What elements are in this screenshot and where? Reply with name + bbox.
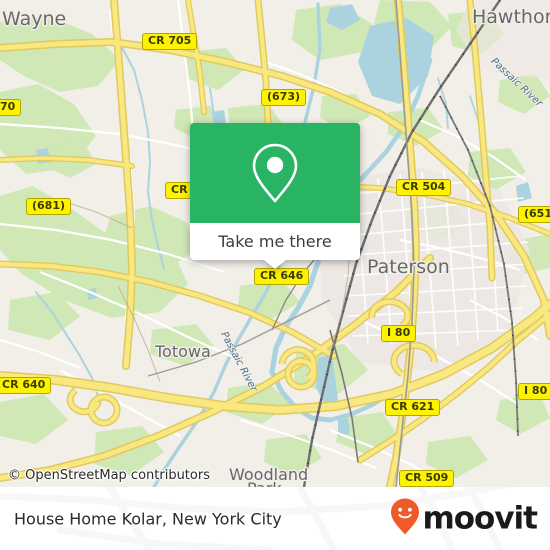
shield-cr-509[interactable]: CR 509: [399, 470, 455, 487]
callout-image-area: [190, 123, 360, 223]
shield-681[interactable]: (681): [26, 198, 72, 215]
shield-cr-504[interactable]: CR 504: [396, 179, 452, 196]
shield-70[interactable]: 70: [0, 99, 22, 116]
shield-673[interactable]: (673): [261, 89, 307, 106]
moovit-logo[interactable]: moovit: [390, 497, 538, 540]
shield-i-80-west[interactable]: I 80: [381, 325, 417, 342]
take-me-there-button[interactable]: Take me there: [190, 223, 360, 260]
shield-i-80-east[interactable]: I 80: [518, 383, 550, 400]
footer-bar: House Home Kolar, New York City moovit: [0, 487, 550, 550]
moovit-wordmark: moovit: [422, 500, 538, 536]
location-title: House Home Kolar, New York City: [14, 509, 282, 528]
moovit-smiley-pin-icon: [390, 497, 420, 540]
shield-cr-621[interactable]: CR 621: [385, 399, 441, 416]
screenshot-root: Wayne Hawthorne Paterson Totowa Woodland…: [0, 0, 550, 550]
map-pin-icon: [249, 141, 301, 205]
shield-cr-646[interactable]: CR 646: [254, 268, 310, 285]
map-canvas[interactable]: Wayne Hawthorne Paterson Totowa Woodland…: [0, 0, 550, 487]
shield-cr-705[interactable]: CR 705: [142, 33, 198, 50]
shield-651[interactable]: (651): [518, 206, 550, 223]
shield-cr-640[interactable]: CR 640: [0, 377, 52, 394]
callout-pointer-tail: [264, 260, 286, 269]
osm-attribution[interactable]: © OpenStreetMap contributors: [8, 468, 210, 483]
location-callout-card[interactable]: Take me there: [190, 123, 360, 269]
